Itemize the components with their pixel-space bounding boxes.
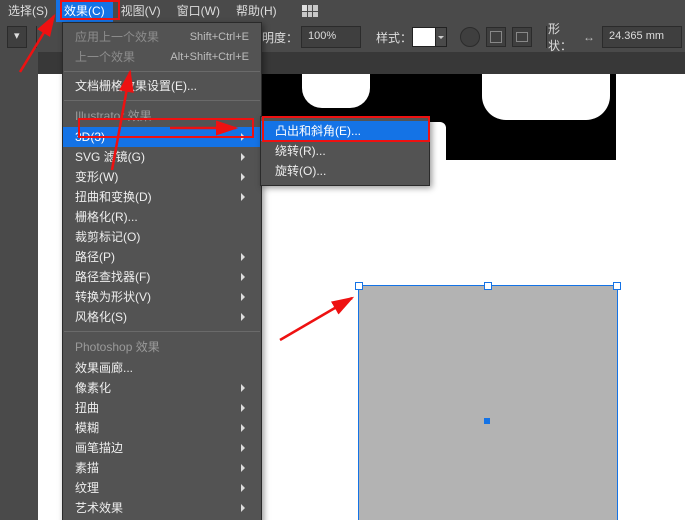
- menuitem-artistic[interactable]: 艺术效果: [63, 498, 261, 518]
- menuitem-doc-raster-settings[interactable]: 文档栅格效果设置(E)...: [63, 76, 261, 96]
- app-root: 选择(S) 效果(C) 视图(V) 窗口(W) 帮助(H) ▾ 明度： 100%…: [0, 0, 685, 520]
- workspace-switcher[interactable]: [290, 0, 330, 22]
- menu-select[interactable]: 选择(S): [0, 0, 56, 22]
- submenu-extrude-bevel[interactable]: 凸出和斜角(E)...: [261, 121, 429, 141]
- grid-icon: [302, 5, 318, 17]
- selection-handle-tm[interactable]: [484, 282, 492, 290]
- appearance-icon[interactable]: [460, 27, 480, 47]
- selection-handle-tr[interactable]: [613, 282, 621, 290]
- style-dropdown[interactable]: [436, 27, 447, 47]
- menuitem-texture[interactable]: 纹理: [63, 478, 261, 498]
- menuitem-warp[interactable]: 变形(W): [63, 167, 261, 187]
- menuitem-path[interactable]: 路径(P): [63, 247, 261, 267]
- menuitem-stylize-ai[interactable]: 风格化(S): [63, 307, 261, 327]
- shape-label: 形状：: [548, 20, 579, 54]
- menu-header-illustrator: Illustrator 效果: [63, 105, 261, 127]
- style-swatch[interactable]: [412, 27, 436, 47]
- menuitem-convert-to-shape[interactable]: 转换为形状(V): [63, 287, 261, 307]
- menuitem-distort-transform[interactable]: 扭曲和变换(D): [63, 187, 261, 207]
- selection-rect[interactable]: [358, 285, 618, 520]
- menuitem-pathfinder[interactable]: 路径查找器(F): [63, 267, 261, 287]
- menuitem-svg-filters[interactable]: SVG 滤镜(G): [63, 147, 261, 167]
- opacity-label: 明度：: [262, 29, 298, 46]
- selection-handle-tl[interactable]: [355, 282, 363, 290]
- menuitem-rasterize[interactable]: 栅格化(R)...: [63, 207, 261, 227]
- menuitem-blur[interactable]: 模糊: [63, 418, 261, 438]
- style-label: 样式：: [376, 29, 412, 46]
- menubar: 选择(S) 效果(C) 视图(V) 窗口(W) 帮助(H): [0, 0, 685, 22]
- shape-width-field[interactable]: 24.365 mm: [602, 26, 682, 48]
- align-icon[interactable]: [512, 27, 532, 47]
- submenu-rotate[interactable]: 旋转(O)...: [261, 161, 429, 181]
- menu-view[interactable]: 视图(V): [113, 0, 169, 22]
- menuitem-effect-gallery[interactable]: 效果画廊...: [63, 358, 261, 378]
- menuitem-apply-last: 应用上一个效果Shift+Ctrl+E: [63, 27, 261, 47]
- menuitem-3d[interactable]: 3D(3): [63, 127, 261, 147]
- menuitem-last-effect: 上一个效果Alt+Shift+Ctrl+E: [63, 47, 261, 67]
- recolor-icon[interactable]: [486, 27, 506, 47]
- selection-center: [484, 418, 490, 424]
- menu-window[interactable]: 窗口(W): [169, 0, 228, 22]
- dropdown-small-left[interactable]: ▾: [7, 26, 27, 48]
- menuitem-distort-ps[interactable]: 扭曲: [63, 398, 261, 418]
- menuitem-sketch[interactable]: 素描: [63, 458, 261, 478]
- submenu-revolve[interactable]: 绕转(R)...: [261, 141, 429, 161]
- menuitem-crop-marks[interactable]: 裁剪标记(O): [63, 227, 261, 247]
- 3d-submenu: 凸出和斜角(E)... 绕转(R)... 旋转(O)...: [260, 116, 430, 186]
- left-tool-gutter: [0, 52, 38, 520]
- menu-effects[interactable]: 效果(C): [56, 0, 113, 22]
- effects-dropdown: 应用上一个效果Shift+Ctrl+E 上一个效果Alt+Shift+Ctrl+…: [62, 22, 262, 520]
- menuitem-brush-strokes[interactable]: 画笔描边: [63, 438, 261, 458]
- opacity-field[interactable]: 100%: [301, 26, 361, 48]
- menu-header-photoshop: Photoshop 效果: [63, 336, 261, 358]
- menuitem-pixelate[interactable]: 像素化: [63, 378, 261, 398]
- width-icon: ↔: [583, 30, 595, 44]
- menu-help[interactable]: 帮助(H): [228, 0, 285, 22]
